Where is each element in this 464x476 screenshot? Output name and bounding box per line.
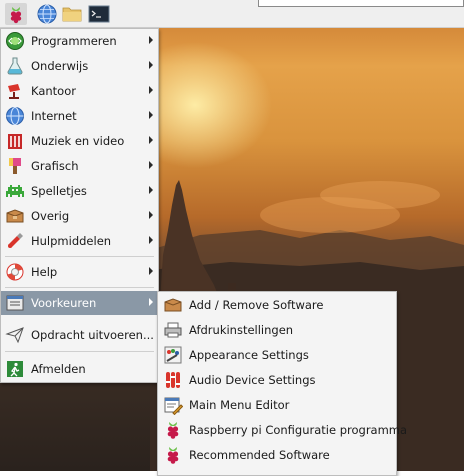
audio-mixer-icon [163, 370, 183, 390]
lifebuoy-icon [5, 262, 25, 282]
preferences-submenu: Add / Remove Software Afdrukinstellingen… [157, 291, 407, 476]
submenu-item-main-menu-editor[interactable]: Main Menu Editor [158, 393, 396, 417]
folder-icon [62, 7, 82, 22]
submenu-item-label: Appearance Settings [189, 348, 309, 362]
main-menu: Programmeren Onderwijs Kantoor Internet … [0, 28, 159, 383]
raspberry-icon [163, 445, 183, 465]
menu-item-label: Grafisch [31, 159, 79, 173]
menu-item-graphics[interactable]: Grafisch [1, 154, 158, 178]
menu-item-label: Help [31, 265, 58, 279]
menu-item-label: Programmeren [31, 34, 117, 48]
other-icon [5, 206, 25, 226]
submenu-arrow-icon [149, 61, 153, 69]
terminal-icon [88, 5, 110, 23]
menu-item-preferences[interactable]: Voorkeuren [1, 291, 158, 315]
submenu-item-print-settings[interactable]: Afdrukinstellingen [158, 318, 396, 342]
submenu-arrow-icon [149, 111, 153, 119]
internet-icon [5, 106, 25, 126]
submenu-arrow-icon [149, 186, 153, 194]
menu-item-label: Muziek en video [31, 134, 125, 148]
paper-plane-icon [5, 325, 25, 345]
file-manager-button[interactable] [61, 3, 83, 25]
menu-item-label: Voorkeuren [31, 296, 97, 310]
submenu-item-label: Audio Device Settings [189, 373, 316, 387]
taskbar-search-field[interactable] [258, 0, 464, 7]
menu-item-label: Hulpmiddelen [31, 234, 112, 248]
menu-item-run[interactable]: Opdracht uitvoeren... [1, 323, 158, 347]
submenu-arrow-icon [149, 36, 153, 44]
submenu-item-raspberry-pi-configuration[interactable]: Raspberry pi Configuratie programma [158, 418, 407, 442]
menu-item-office[interactable]: Kantoor [1, 79, 158, 103]
submenu-item-label: Afdrukinstellingen [189, 323, 294, 337]
submenu-arrow-icon [149, 161, 153, 169]
menu-item-label: Kantoor [31, 84, 76, 98]
office-icon [5, 81, 25, 101]
menu-item-games[interactable]: Spelletjes [1, 179, 158, 203]
programming-icon [5, 31, 25, 51]
menu-item-logout[interactable]: Afmelden [1, 357, 158, 381]
education-icon [5, 56, 25, 76]
games-icon [5, 181, 25, 201]
menu-item-label: Afmelden [31, 362, 86, 376]
submenu-item-label: Add / Remove Software [189, 298, 324, 312]
menu-editor-icon [163, 395, 183, 415]
menu-separator [5, 287, 154, 288]
menu-item-label: Onderwijs [31, 59, 89, 73]
menu-item-education[interactable]: Onderwijs [1, 54, 158, 78]
menu-item-programming[interactable]: Programmeren [1, 29, 158, 53]
web-browser-button[interactable] [36, 3, 58, 25]
menu-separator [5, 256, 154, 257]
submenu-arrow-icon [149, 298, 153, 306]
submenu-item-add-remove-software[interactable]: Add / Remove Software [158, 293, 396, 317]
submenu-item-appearance-settings[interactable]: Appearance Settings [158, 343, 396, 367]
accessories-icon [5, 231, 25, 251]
menu-item-accessories[interactable]: Hulpmiddelen [1, 229, 158, 253]
menu-item-label: Internet [31, 109, 77, 123]
appearance-icon [163, 345, 183, 365]
raspberry-menu-button[interactable] [5, 3, 27, 25]
submenu-arrow-icon [149, 236, 153, 244]
submenu-item-label: Raspberry pi Configuratie programma [189, 423, 408, 437]
menu-item-label: Spelletjes [31, 184, 87, 198]
terminal-button[interactable] [88, 3, 110, 25]
globe-icon [37, 4, 57, 24]
submenu-item-recommended-software[interactable]: Recommended Software [158, 443, 396, 467]
package-icon [163, 295, 183, 315]
printer-icon [163, 320, 183, 340]
submenu-item-label: Recommended Software [189, 448, 330, 462]
raspberry-icon [163, 420, 183, 440]
multimedia-icon [5, 131, 25, 151]
menu-item-multimedia[interactable]: Muziek en video [1, 129, 158, 153]
menu-item-internet[interactable]: Internet [1, 104, 158, 128]
submenu-item-audio-device-settings[interactable]: Audio Device Settings [158, 368, 396, 392]
menu-item-other[interactable]: Overig [1, 204, 158, 228]
raspberry-icon [10, 7, 22, 24]
submenu-arrow-icon [149, 86, 153, 94]
submenu-item-label: Main Menu Editor [189, 398, 290, 412]
preferences-icon [5, 293, 25, 313]
menu-separator [5, 351, 154, 352]
taskbar [0, 0, 464, 28]
submenu-arrow-icon [149, 267, 153, 275]
menu-item-label: Overig [31, 209, 70, 223]
menu-item-label: Opdracht uitvoeren... [31, 328, 154, 342]
submenu-arrow-icon [149, 211, 153, 219]
menu-item-help[interactable]: Help [1, 260, 158, 284]
graphics-icon [5, 156, 25, 176]
submenu-arrow-icon [149, 136, 153, 144]
exit-icon [5, 359, 25, 379]
